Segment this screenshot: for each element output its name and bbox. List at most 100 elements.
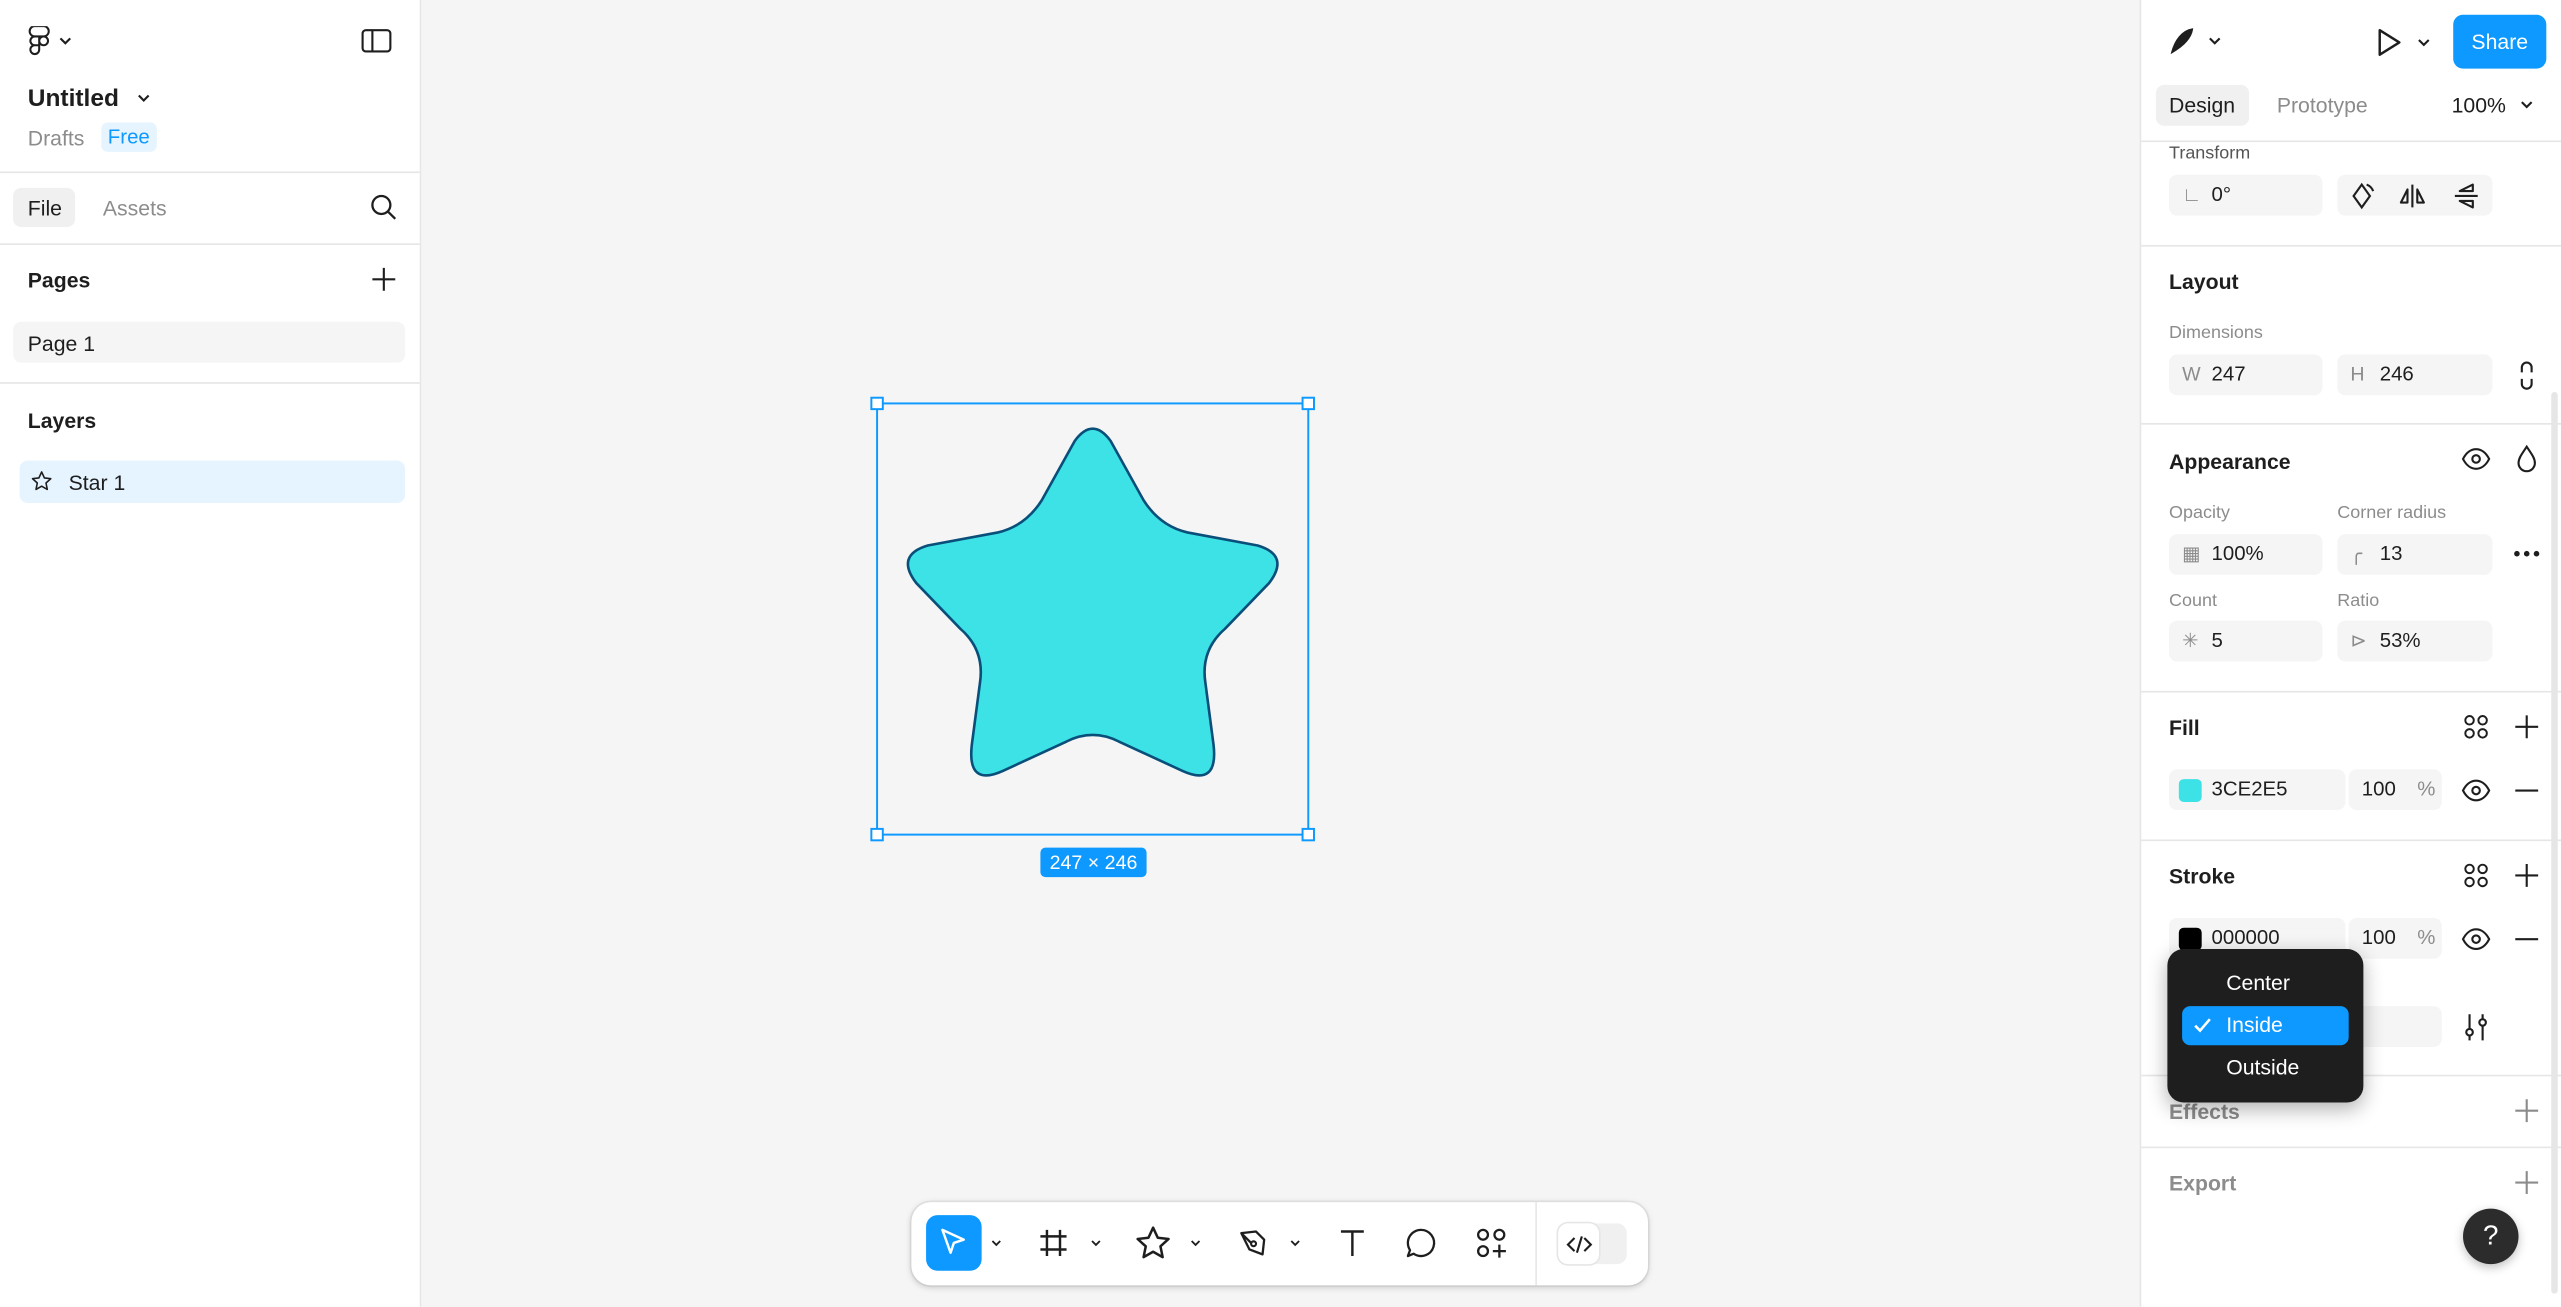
more-options-icon[interactable]	[2510, 541, 2543, 567]
stroke-heading: Stroke	[2169, 864, 2236, 889]
share-button[interactable]: Share	[2453, 14, 2547, 69]
plan-badge[interactable]: Free	[101, 122, 157, 152]
stroke-styles-icon[interactable]	[2463, 862, 2489, 888]
toggle-sidebar-icon[interactable]	[361, 28, 394, 54]
appearance-heading: Appearance	[2169, 449, 2291, 474]
remove-stroke-icon[interactable]	[2514, 926, 2540, 952]
remove-fill-icon[interactable]	[2514, 777, 2540, 803]
blend-mode-drop-icon[interactable]	[2514, 444, 2540, 473]
pen-tool-button[interactable]	[1225, 1215, 1281, 1271]
play-icon	[2378, 28, 2401, 56]
resize-handle-top-right[interactable]	[1301, 396, 1315, 411]
menu-item-inside[interactable]: Inside	[2182, 1006, 2349, 1046]
tab-file-label: File	[27, 195, 62, 221]
panel-scrollbar[interactable]	[2551, 391, 2558, 1294]
ratio-value: 53%	[2379, 628, 2421, 652]
draw-mode-button[interactable]	[2167, 24, 2226, 57]
frame-tool-button[interactable]	[1026, 1215, 1082, 1271]
zoom-value: 100%	[2451, 92, 2506, 117]
flip-vertical-icon[interactable]	[2450, 180, 2483, 213]
move-tool-menu[interactable]	[988, 1232, 1004, 1255]
layout-heading: Layout	[2169, 269, 2239, 294]
comment-tool-button[interactable]	[1393, 1215, 1449, 1271]
tab-file[interactable]: File	[13, 187, 76, 228]
pen-tool-menu[interactable]	[1287, 1232, 1303, 1255]
zoom-dropdown[interactable]: 100%	[2452, 90, 2536, 119]
rotation-input[interactable]: ∟ 0°	[2169, 174, 2323, 216]
fill-color-swatch[interactable]	[2178, 779, 2202, 802]
drafts-link[interactable]: Drafts	[28, 126, 85, 150]
opacity-input[interactable]: ▦ 100%	[2169, 534, 2323, 575]
menu-item-center[interactable]: Center	[2182, 964, 2349, 1003]
resize-handle-bottom-left[interactable]	[870, 827, 884, 842]
tab-assets[interactable]: Assets	[103, 196, 167, 220]
tab-design[interactable]: Design	[2155, 84, 2250, 126]
toolbar-divider	[1535, 1202, 1537, 1286]
stroke-opacity-input[interactable]: 100 %	[2348, 917, 2442, 959]
corner-radius-input[interactable]: ╭ 13	[2337, 534, 2493, 575]
ratio-input[interactable]: ⊳ 53%	[2337, 620, 2493, 662]
dev-mode-toggle[interactable]	[1558, 1223, 1627, 1265]
canvas[interactable]: 247 × 246	[421, 0, 2138, 1307]
menu-item-outside[interactable]: Outside	[2182, 1049, 2349, 1088]
layer-item-star-1[interactable]: Star 1	[19, 460, 406, 504]
stroke-color-swatch[interactable]	[2178, 927, 2202, 951]
shape-tool-menu[interactable]	[1187, 1232, 1203, 1255]
resize-handle-bottom-right[interactable]	[1301, 827, 1315, 842]
page-item-page-1[interactable]: Page 1	[13, 321, 406, 363]
text-tool-button[interactable]	[1325, 1215, 1381, 1271]
chevron-down-icon	[2521, 101, 2533, 109]
visibility-eye-icon[interactable]	[2461, 446, 2491, 472]
search-icon[interactable]	[369, 193, 398, 222]
add-fill-icon[interactable]	[2514, 714, 2540, 740]
page-item-label: Page 1	[27, 331, 96, 357]
stroke-visibility-eye-icon[interactable]	[2461, 926, 2491, 952]
left-sidebar: Untitled Drafts Free File Assets Pages P…	[0, 0, 422, 1307]
actions-tool-button[interactable]	[1463, 1215, 1519, 1271]
chevron-down-icon	[2418, 39, 2430, 47]
file-title-button[interactable]: Untitled	[28, 82, 152, 115]
fill-opacity-input[interactable]: 100 %	[2348, 769, 2442, 811]
divider	[2141, 690, 2561, 693]
star-tool-icon	[1136, 1226, 1170, 1259]
stroke-settings-icon[interactable]	[2463, 1011, 2489, 1044]
frame-tool-menu[interactable]	[1088, 1232, 1104, 1255]
chevron-down-icon	[1191, 1240, 1201, 1247]
shape-tool-button[interactable]	[1125, 1215, 1181, 1271]
add-page-icon[interactable]	[371, 266, 397, 292]
add-effect-icon[interactable]	[2514, 1098, 2540, 1124]
count-value: 5	[2211, 628, 2223, 652]
height-input[interactable]: H 246	[2337, 354, 2493, 396]
bottom-toolbar	[911, 1202, 1648, 1286]
point-count-input[interactable]: ✳ 5	[2169, 620, 2323, 662]
resize-handle-top-left[interactable]	[870, 396, 884, 411]
move-tool-button[interactable]	[926, 1215, 982, 1271]
fill-visibility-eye-icon[interactable]	[2461, 777, 2491, 803]
divider	[2141, 423, 2561, 425]
fill-opacity-value: 100	[2361, 777, 2396, 801]
divider	[2141, 140, 2561, 143]
main-menu-button[interactable]	[28, 24, 80, 57]
fill-hex-input[interactable]: 3CE2E5	[2169, 769, 2346, 811]
add-export-icon[interactable]	[2514, 1169, 2540, 1195]
star-shape[interactable]	[906, 427, 1279, 777]
tab-prototype[interactable]: Prototype	[2277, 93, 2368, 117]
present-button[interactable]	[2376, 26, 2441, 59]
tab-design-label: Design	[2169, 93, 2236, 118]
width-input[interactable]: W 247	[2169, 354, 2323, 396]
divider	[2141, 839, 2561, 842]
pages-heading: Pages	[27, 267, 91, 293]
opacity-label: Opacity	[2169, 503, 2230, 523]
menu-item-label: Outside	[2226, 1055, 2300, 1080]
rotate-90-icon[interactable]	[2345, 180, 2378, 213]
constrain-proportions-icon[interactable]	[2514, 359, 2540, 392]
help-button[interactable]: ?	[2463, 1208, 2519, 1265]
add-stroke-icon[interactable]	[2514, 862, 2540, 888]
feather-pen-icon	[2170, 28, 2194, 55]
opacity-value: 100%	[2211, 542, 2264, 566]
selection-size-badge: 247 × 246	[1040, 847, 1147, 878]
pen-nib-icon	[1240, 1230, 1266, 1256]
flip-horizontal-icon[interactable]	[2396, 180, 2429, 213]
fill-styles-icon[interactable]	[2463, 714, 2489, 740]
corner-radius-value: 13	[2379, 542, 2403, 566]
